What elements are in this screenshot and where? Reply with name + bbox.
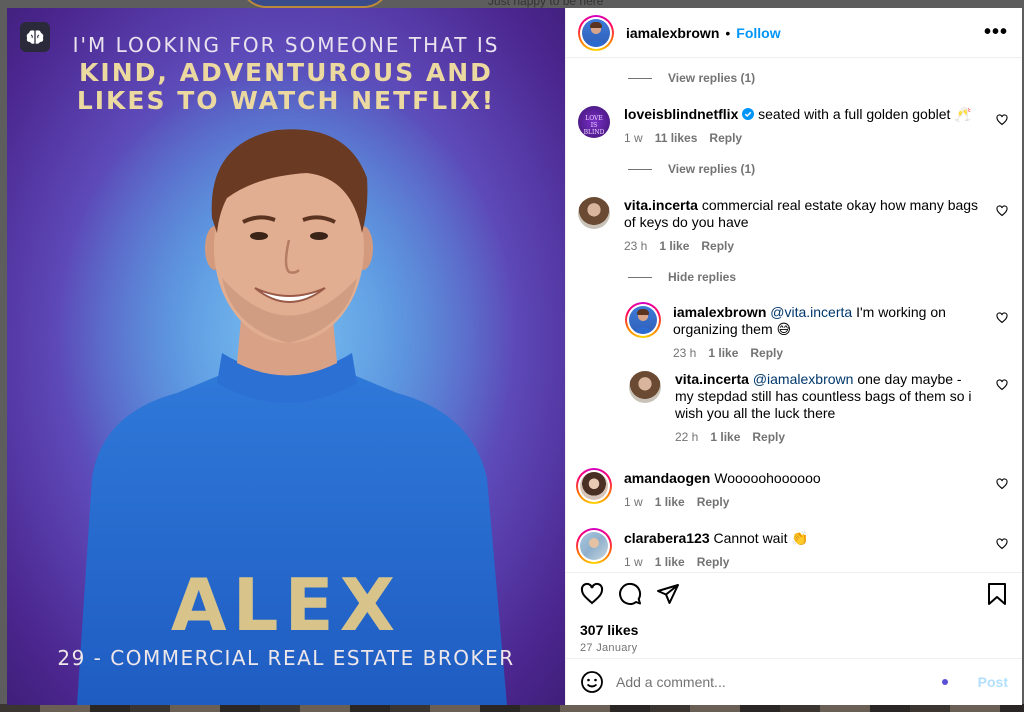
comment: vita.incerta commercial real estate okay… bbox=[578, 197, 1008, 255]
post-panel: iamalexbrown • Follow ••• View replies (… bbox=[565, 8, 1022, 705]
post-actions: 307 likes 27 January bbox=[566, 572, 1022, 658]
comment-time[interactable]: 23 h bbox=[673, 345, 696, 362]
reply-button[interactable]: Reply bbox=[752, 429, 785, 446]
comment: clarabera123 Cannot wait 👏 1 w 1 like Re… bbox=[576, 528, 1008, 571]
comment-text: Cannot wait 👏 bbox=[713, 530, 809, 546]
comment-heart-icon[interactable] bbox=[996, 114, 1008, 126]
reply-button[interactable]: Reply bbox=[701, 238, 734, 255]
bookmark-icon[interactable] bbox=[986, 582, 1008, 606]
headline: I'M LOOKING FOR SOMEONE THAT IS KIND, AD… bbox=[7, 32, 565, 115]
typing-indicator bbox=[941, 679, 948, 685]
comment-likes[interactable]: 11 likes bbox=[655, 130, 698, 147]
post-modal: I'M LOOKING FOR SOMEONE THAT IS KIND, AD… bbox=[7, 8, 1022, 705]
comment-time[interactable]: 23 h bbox=[624, 238, 647, 255]
commenter-username[interactable]: vita.incerta bbox=[675, 371, 749, 387]
post-header: iamalexbrown • Follow ••• bbox=[566, 8, 1022, 58]
comment-likes[interactable]: 1 like bbox=[655, 554, 685, 571]
background-text: Just happy to be here bbox=[488, 0, 604, 8]
commenter-username[interactable]: iamalexbrown bbox=[673, 304, 766, 320]
reply-button[interactable]: Reply bbox=[697, 554, 730, 571]
hide-replies-label: Hide replies bbox=[668, 270, 737, 284]
commenter-avatar[interactable] bbox=[629, 371, 661, 403]
reply-button[interactable]: Reply bbox=[709, 130, 742, 147]
comment-heart-icon[interactable] bbox=[996, 205, 1008, 217]
comment-likes[interactable]: 1 like bbox=[655, 494, 685, 511]
comment-heart-icon[interactable] bbox=[996, 312, 1008, 324]
commenter-avatar[interactable] bbox=[625, 302, 661, 338]
comment-time[interactable]: 1 w bbox=[624, 494, 643, 511]
comment-likes[interactable]: 1 like bbox=[710, 429, 740, 446]
comment-text: Wooooohoooooo bbox=[714, 470, 821, 486]
view-replies-button[interactable]: View replies (1) bbox=[628, 71, 755, 85]
heart-icon[interactable] bbox=[580, 582, 604, 606]
headline-line-2: KIND, ADVENTUROUS AND bbox=[79, 58, 493, 87]
comment: amandaogen Wooooohoooooo 1 w 1 like Repl… bbox=[576, 468, 1008, 511]
background-avatar bbox=[240, 0, 390, 8]
author-avatar[interactable] bbox=[578, 14, 614, 51]
commenter-username[interactable]: clarabera123 bbox=[624, 530, 710, 546]
post-date: 27 January bbox=[580, 642, 638, 654]
more-icon[interactable]: ••• bbox=[984, 21, 1008, 44]
contestant-subtitle: 29 - COMMERCIAL REAL ESTATE BROKER bbox=[57, 646, 515, 670]
hide-replies-button[interactable]: Hide replies bbox=[628, 270, 736, 284]
commenter-avatar[interactable] bbox=[576, 528, 612, 564]
view-replies-label: View replies (1) bbox=[668, 71, 756, 85]
commenter-avatar[interactable] bbox=[578, 197, 610, 229]
follow-button[interactable]: Follow bbox=[736, 25, 780, 41]
share-icon[interactable] bbox=[656, 582, 680, 606]
author-username[interactable]: iamalexbrown bbox=[626, 25, 719, 41]
comment-heart-icon[interactable] bbox=[996, 379, 1008, 391]
comment: LOVE IS BLIND loveisblindnetflix seated wi… bbox=[578, 106, 1008, 147]
comment-heart-icon[interactable] bbox=[996, 538, 1008, 550]
replies-line bbox=[628, 168, 652, 170]
comment-heart-icon[interactable] bbox=[996, 478, 1008, 490]
commenter-username[interactable]: amandaogen bbox=[624, 470, 710, 486]
comment-text: seated with a full golden goblet 🥂 bbox=[758, 106, 972, 122]
headline-line-1: I'M LOOKING FOR SOMEONE THAT IS bbox=[72, 33, 500, 57]
comments-list[interactable]: View replies (1) LOVE IS BLIND loveisblind… bbox=[566, 58, 1022, 572]
comment-time[interactable]: 1 w bbox=[624, 554, 643, 571]
contestant-name: ALEX bbox=[170, 563, 402, 647]
headline-line-3: LIKES TO WATCH NETFLIX! bbox=[76, 86, 496, 115]
post-button[interactable]: Post bbox=[978, 674, 1008, 690]
background-thumbnails bbox=[0, 704, 1024, 712]
verified-badge-icon bbox=[742, 108, 755, 120]
comment-mention[interactable]: @iamalexbrown bbox=[753, 371, 854, 387]
add-comment-bar: Post bbox=[566, 658, 1022, 705]
comment-time[interactable]: 1 w bbox=[624, 130, 643, 147]
reply-button[interactable]: Reply bbox=[750, 345, 783, 362]
post-image[interactable]: I'M LOOKING FOR SOMEONE THAT IS KIND, AD… bbox=[7, 8, 565, 705]
comment-icon[interactable] bbox=[618, 582, 642, 606]
emoji-icon[interactable] bbox=[580, 670, 604, 694]
commenter-avatar[interactable] bbox=[576, 468, 612, 504]
comment-time[interactable]: 22 h bbox=[675, 429, 698, 446]
reply-button[interactable]: Reply bbox=[697, 494, 730, 511]
replies-line bbox=[628, 276, 652, 278]
comment-likes[interactable]: 1 like bbox=[708, 345, 738, 362]
comment-mention[interactable]: @vita.incerta bbox=[770, 304, 852, 320]
reply-comment: iamalexbrown @vita.incerta I'm working o… bbox=[625, 302, 1008, 362]
comment-likes[interactable]: 1 like bbox=[659, 238, 689, 255]
likes-count[interactable]: 307 likes bbox=[580, 622, 1008, 638]
replies-line bbox=[628, 77, 652, 79]
reply-comment: vita.incerta @iamalexbrown one day maybe… bbox=[627, 371, 1008, 446]
commenter-username[interactable]: vita.incerta bbox=[624, 197, 698, 213]
commenter-avatar[interactable]: LOVE IS BLIND bbox=[578, 106, 610, 138]
view-replies-label: View replies (1) bbox=[668, 162, 756, 176]
separator-dot: • bbox=[725, 24, 731, 41]
view-replies-button[interactable]: View replies (1) bbox=[628, 162, 755, 176]
commenter-username[interactable]: loveisblindnetflix bbox=[624, 106, 738, 122]
comment-input[interactable] bbox=[616, 674, 942, 690]
